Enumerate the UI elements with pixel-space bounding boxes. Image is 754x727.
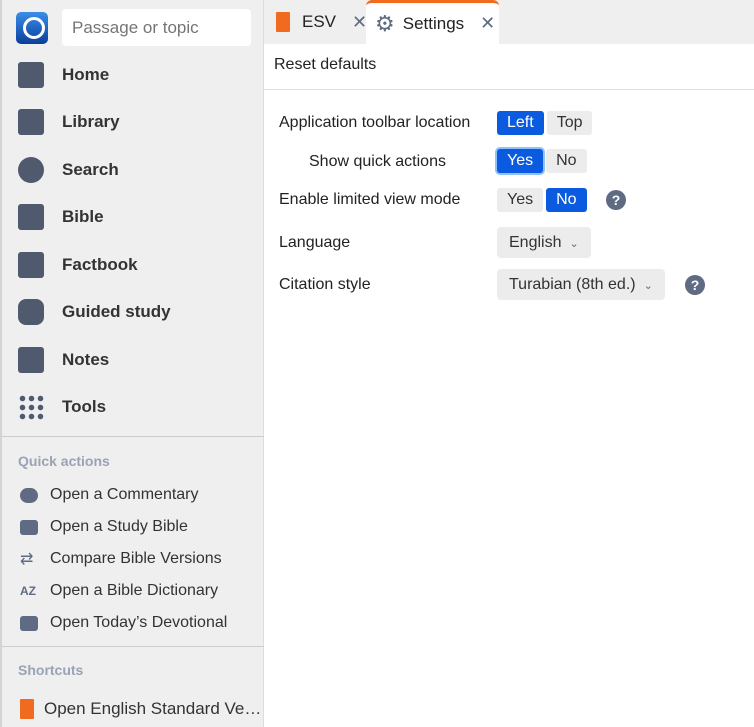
tab-esv[interactable]: ESV ✕	[276, 0, 367, 44]
divider	[2, 436, 264, 437]
toolbar-location-toggle: Left Top	[497, 111, 593, 135]
limited-view-label: Enable limited view mode	[279, 191, 461, 208]
citation-style-label: Citation style	[279, 276, 371, 293]
settings-panel: Reset defaults Application toolbar locat…	[264, 44, 754, 727]
toolbar-location-label: Application toolbar location	[279, 114, 471, 131]
sidebar-item-home[interactable]: Home	[2, 55, 264, 95]
app-logo[interactable]	[16, 12, 48, 44]
nav-label: Search	[62, 160, 119, 179]
citation-style-select[interactable]: Turabian (8th ed.) ⌄	[497, 269, 665, 300]
nav-label: Bible	[62, 207, 104, 226]
quick-action-study-bible[interactable]: Open a Study Bible	[2, 513, 188, 541]
sidebar-item-bible[interactable]: Bible	[2, 197, 264, 237]
gear-icon: ⚙	[375, 10, 395, 36]
option-top[interactable]: Top	[546, 111, 593, 135]
a-z-icon: AZ	[20, 583, 36, 598]
comment-icon	[20, 487, 38, 503]
option-yes[interactable]: Yes	[497, 149, 544, 173]
nav-label: Tools	[62, 397, 107, 416]
bible-icon	[18, 204, 44, 230]
quick-action-label: Open Today’s Devotional	[50, 614, 228, 631]
nav-label: Notes	[62, 350, 110, 369]
home-icon	[18, 62, 44, 88]
quick-action-label: Compare Bible Versions	[50, 550, 222, 567]
sidebar-item-tools[interactable]: Tools	[2, 387, 264, 427]
search-input[interactable]	[62, 9, 251, 46]
reset-defaults-button[interactable]: Reset defaults	[274, 56, 376, 74]
option-no[interactable]: No	[546, 188, 587, 212]
tab-bar: ESV ✕ ⚙ Settings ✕	[264, 0, 754, 44]
tab-settings[interactable]: ⚙ Settings ✕	[366, 0, 499, 44]
shortcuts-heading: Shortcuts	[18, 662, 84, 678]
citation-value: Turabian (8th ed.)	[509, 276, 636, 293]
language-value: English	[509, 234, 562, 251]
show-quick-actions-label: Show quick actions	[309, 153, 446, 170]
open-book-icon	[20, 519, 38, 535]
quick-action-devotional[interactable]: Open Today’s Devotional	[2, 609, 227, 637]
shortcut-label: Open English Standard Ve…	[44, 699, 262, 718]
factbook-icon	[18, 252, 44, 278]
sidebar-item-factbook[interactable]: Factbook	[2, 245, 264, 285]
swap-arrows-icon: ⇄	[20, 550, 34, 568]
sidebar-item-notes[interactable]: Notes	[2, 340, 264, 380]
option-yes[interactable]: Yes	[497, 188, 544, 212]
divider	[2, 646, 264, 647]
sidebar-item-guided-study[interactable]: Guided study	[2, 292, 264, 332]
chevron-down-icon: ⌄	[569, 238, 579, 250]
quick-actions-heading: Quick actions	[18, 453, 110, 469]
close-icon[interactable]: ✕	[352, 12, 367, 33]
option-no[interactable]: No	[546, 149, 587, 173]
divider	[264, 89, 754, 90]
tab-label: Settings	[402, 13, 465, 33]
quick-action-commentary[interactable]: Open a Commentary	[2, 481, 199, 509]
quick-action-label: Open a Study Bible	[50, 518, 188, 535]
quick-action-compare[interactable]: ⇄ Compare Bible Versions	[2, 545, 222, 573]
language-label: Language	[279, 234, 351, 251]
tab-label: ESV	[302, 12, 337, 31]
guided-study-icon	[18, 299, 44, 325]
option-left[interactable]: Left	[497, 111, 544, 135]
notes-icon	[18, 347, 44, 373]
help-icon[interactable]: ?	[606, 190, 626, 210]
shortcut-esv[interactable]: Open English Standard Ve…	[2, 695, 261, 723]
close-icon[interactable]: ✕	[480, 13, 495, 34]
esv-book-icon	[276, 12, 290, 32]
tools-icon	[18, 394, 44, 420]
quick-action-dictionary[interactable]: AZ Open a Bible Dictionary	[2, 577, 218, 605]
calendar-icon	[20, 615, 38, 631]
sidebar-item-search[interactable]: Search	[2, 150, 264, 190]
sidebar-item-library[interactable]: Library	[2, 102, 264, 142]
quick-action-label: Open a Bible Dictionary	[50, 582, 219, 599]
chevron-down-icon: ⌄	[643, 280, 653, 292]
nav-label: Factbook	[62, 255, 138, 274]
library-icon	[18, 109, 44, 135]
quick-action-label: Open a Commentary	[50, 486, 199, 503]
search-icon	[18, 157, 44, 183]
nav-label: Home	[62, 65, 110, 84]
nav-label: Guided study	[62, 302, 171, 321]
help-icon[interactable]: ?	[685, 275, 705, 295]
language-select[interactable]: English ⌄	[497, 227, 591, 258]
show-quick-actions-toggle: Yes No	[497, 149, 587, 173]
limited-view-toggle: Yes No	[497, 188, 587, 212]
sidebar: Home Library Search Bible Factbook Guide…	[0, 0, 264, 727]
nav-label: Library	[62, 112, 120, 131]
esv-book-icon	[20, 699, 34, 719]
